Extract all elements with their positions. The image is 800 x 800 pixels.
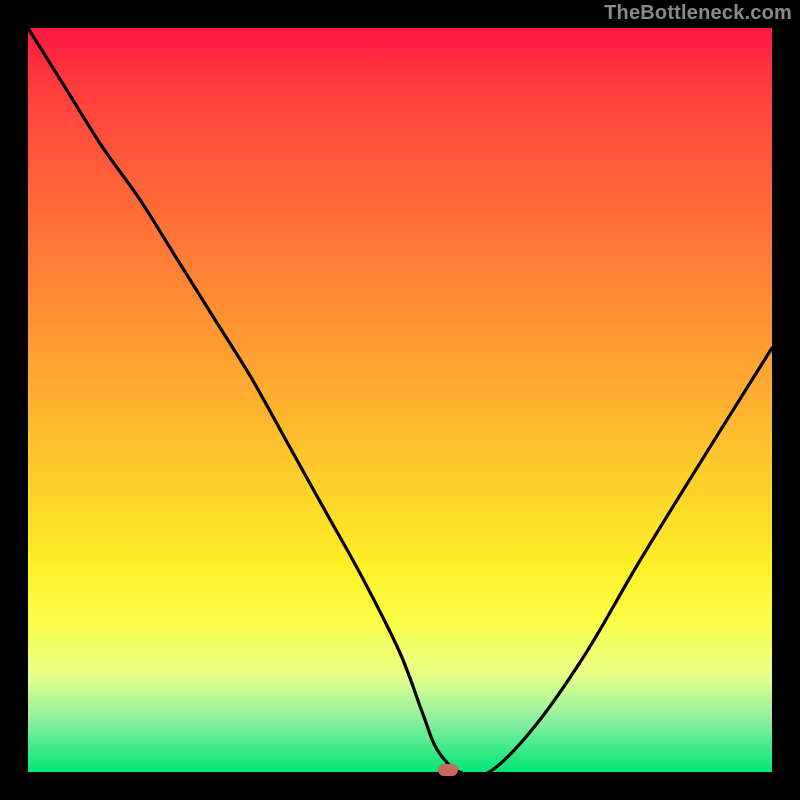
curve-path <box>28 28 772 772</box>
bottleneck-curve <box>28 28 772 772</box>
chart-frame: TheBottleneck.com <box>0 0 800 800</box>
attribution-label: TheBottleneck.com <box>604 2 792 25</box>
optimal-point-marker <box>438 764 458 776</box>
